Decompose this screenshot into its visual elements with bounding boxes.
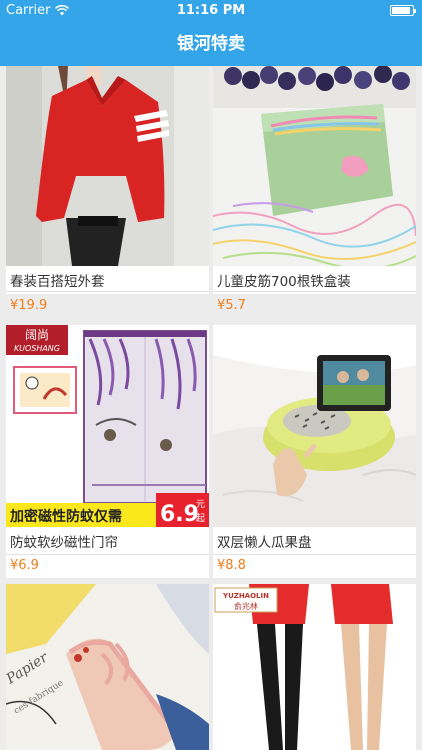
product-card[interactable]: 阔尚 KUOSHANG 加密磁性防蚊仅需 6.9 元 起 防蚊软纱磁性门帘 ¥6… [6, 325, 209, 578]
status-bar: Carrier 11:16 PM [0, 0, 422, 22]
brand-cn-text: 阔尚 [25, 328, 49, 342]
product-grid[interactable]: 春装百搭短外套 ¥19.9 儿童皮筋700根铁盒装 ¥5.7 阔尚 KUOSHA… [0, 66, 422, 750]
product-image[interactable]: 阔尚 KUOSHANG 加密磁性防蚊仅需 6.9 元 起 [6, 325, 209, 527]
nav-bar: 银河特卖 [0, 22, 422, 66]
page-title: 银河特卖 [177, 34, 245, 54]
product-card[interactable]: Papier ces fabrique [6, 584, 209, 750]
card-divider [6, 291, 209, 292]
product-image[interactable] [6, 66, 209, 266]
product-card[interactable]: 双层懒人瓜果盘 ¥8.8 [213, 325, 416, 578]
battery-level [392, 7, 410, 14]
product-price: ¥5.7 [217, 298, 246, 313]
status-time: 11:16 PM [176, 3, 246, 18]
product-image[interactable]: Papier ces fabrique [6, 584, 209, 750]
product-title: 防蚊软纱磁性门帘 [10, 535, 118, 551]
product-title: 双层懒人瓜果盘 [217, 535, 312, 551]
product-card[interactable]: YUZHAOLIN 俞兆林 [213, 584, 416, 750]
product-title: 春装百搭短外套 [10, 274, 105, 290]
promo-unit-top: 元 [196, 500, 205, 510]
product-price: ¥8.8 [217, 558, 246, 573]
promo-price-text: 6.9 [160, 502, 199, 527]
product-price: ¥6.9 [10, 558, 39, 573]
product-card[interactable]: 春装百搭短外套 ¥19.9 [6, 66, 209, 313]
product-image[interactable] [213, 66, 416, 266]
brand-en-text: KUOSHANG [14, 344, 60, 353]
card-divider [6, 554, 209, 555]
product-price: ¥19.9 [10, 298, 48, 313]
product-title: 儿童皮筋700根铁盒装 [217, 274, 351, 290]
slogan-text: 加密磁性防蚊仅需 [9, 508, 122, 525]
product-image[interactable]: YUZHAOLIN 俞兆林 [213, 584, 416, 750]
yz-brand-cn: 俞兆林 [234, 601, 258, 611]
product-image[interactable] [213, 325, 416, 527]
product-card[interactable]: 儿童皮筋700根铁盒装 ¥5.7 [213, 66, 416, 313]
card-divider [213, 291, 416, 292]
battery-icon [390, 5, 416, 16]
yz-brand-en: YUZHAOLIN [222, 592, 269, 600]
card-divider [213, 554, 416, 555]
promo-unit-bottom: 起 [196, 513, 205, 524]
